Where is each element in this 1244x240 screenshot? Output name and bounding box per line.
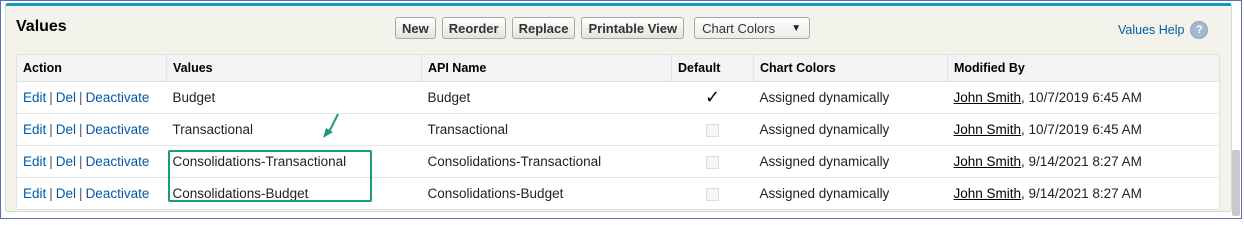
cell-api-name: Consolidations-Transactional [421,145,672,178]
table-row: Edit | Del | Deactivate Transactional Transa… [16,113,1220,146]
header-values: Values [166,54,422,82]
cell-modified-by: John Smith, 9/14/2021 8:27 AM [947,177,1220,210]
edit-link[interactable]: Edit [23,90,46,105]
cell-value: Consolidations-Transactional [166,145,422,178]
scrollbar-thumb[interactable] [1232,150,1240,216]
cell-api-name: Budget [421,81,672,114]
edit-link[interactable]: Edit [23,122,46,137]
row-actions: Edit | Del | Deactivate [16,177,167,210]
chart-colors-select-label: Chart Colors [702,20,776,36]
cell-chart-colors: Assigned dynamically [753,81,948,114]
user-link[interactable]: John Smith [954,186,1022,201]
table-header-row: Action Values API Name Default Chart Col… [16,54,1220,82]
cell-default [671,145,754,178]
modified-date: , 10/7/2019 6:45 AM [1021,90,1142,105]
cell-default: ✓ [671,81,754,114]
printable-view-button[interactable]: Printable View [581,17,685,39]
section-title: Values [16,18,67,35]
cell-chart-colors: Assigned dynamically [753,113,948,146]
edit-link[interactable]: Edit [23,186,46,201]
header-action: Action [16,54,167,82]
header-modified-by: Modified By [947,54,1220,82]
header-default: Default [671,54,754,82]
cell-default [671,113,754,146]
del-link[interactable]: Del [56,90,76,105]
del-link[interactable]: Del [56,154,76,169]
toolbar: New Reorder Replace Printable View Chart… [395,17,811,41]
cell-modified-by: John Smith, 10/7/2019 6:45 AM [947,81,1220,114]
modified-date: , 9/14/2021 8:27 AM [1021,154,1142,169]
row-actions: Edit | Del | Deactivate [16,81,167,114]
cell-value: Budget [166,81,422,114]
header-api-name: API Name [421,54,672,82]
default-checkbox [706,155,719,169]
values-table: Action Values API Name Default Chart Col… [16,54,1220,210]
values-help-link[interactable]: Values Help [1118,23,1184,37]
row-actions: Edit | Del | Deactivate [16,145,167,178]
triangle-down-icon: ▼ [791,22,802,34]
deactivate-link[interactable]: Deactivate [86,122,150,137]
cell-modified-by: John Smith, 10/7/2019 6:45 AM [947,113,1220,146]
edit-link[interactable]: Edit [23,154,46,169]
checkmark-icon: ✓ [704,87,721,107]
help-area: Values Help ? [1118,21,1209,39]
default-checkbox [706,123,719,137]
question-circle-icon[interactable]: ? [1190,21,1209,39]
user-link[interactable]: John Smith [954,90,1022,105]
chart-colors-select[interactable]: Chart Colors ▼ [694,17,811,39]
new-button[interactable]: New [395,17,436,39]
header-chart-colors: Chart Colors [753,54,948,82]
user-link[interactable]: John Smith [954,122,1022,137]
modified-date: , 9/14/2021 8:27 AM [1021,186,1142,201]
modified-date: , 10/7/2019 6:45 AM [1021,122,1142,137]
cell-chart-colors: Assigned dynamically [753,145,948,178]
deactivate-link[interactable]: Deactivate [86,154,150,169]
deactivate-link[interactable]: Deactivate [86,90,150,105]
table-row: Edit | Del | Deactivate Budget Budget ✓ Assi… [16,81,1220,114]
reorder-button[interactable]: Reorder [441,17,506,39]
del-link[interactable]: Del [56,186,76,201]
del-link[interactable]: Del [56,122,76,137]
user-link[interactable]: John Smith [954,154,1022,169]
replace-button[interactable]: Replace [511,17,576,39]
cell-api-name: Transactional [421,113,672,146]
cell-value: Transactional [166,113,422,146]
default-checkbox [706,187,719,201]
cell-default [671,177,754,210]
table-row: Edit | Del | Deactivate Consolidations-Budge… [16,177,1220,210]
deactivate-link[interactable]: Deactivate [86,186,150,201]
cell-modified-by: John Smith, 9/14/2021 8:27 AM [947,145,1220,178]
row-actions: Edit | Del | Deactivate [16,113,167,146]
table-row: Edit | Del | Deactivate Consolidations-Trans… [16,145,1220,178]
cell-chart-colors: Assigned dynamically [753,177,948,210]
cell-value: Consolidations-Budget [166,177,422,210]
cell-api-name: Consolidations-Budget [421,177,672,210]
